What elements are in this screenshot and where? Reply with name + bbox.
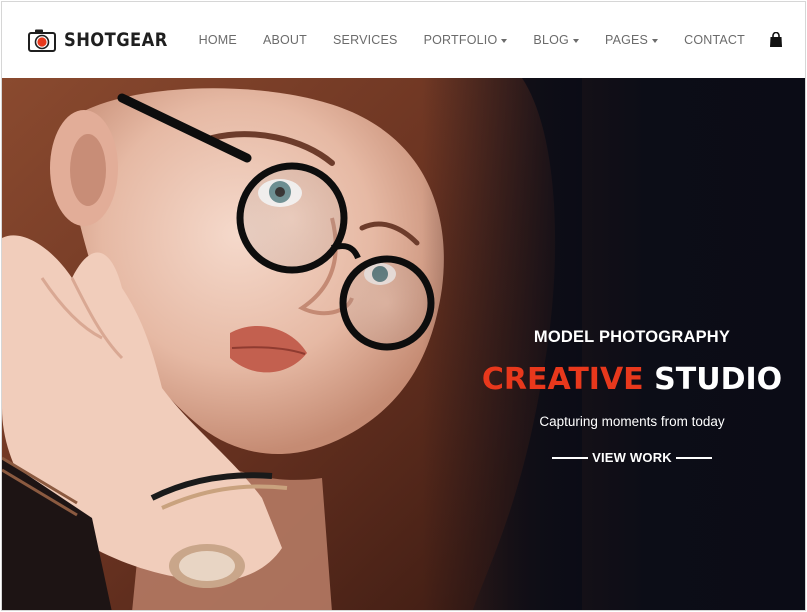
nav-home[interactable]: HOME xyxy=(199,33,237,47)
cta-line-left xyxy=(552,456,589,459)
caret-down-icon xyxy=(652,38,659,43)
cta-label: VIEW WORK xyxy=(592,450,672,465)
hero-banner: MODEL PHOTOGRAPHY CREATIVE STUDIO Captur… xyxy=(2,78,805,610)
headline-rest: STUDIO xyxy=(654,362,783,397)
hero-tagline: Capturing moments from today xyxy=(539,414,725,429)
brand-logo[interactable]: SHOTGEAR xyxy=(28,28,185,52)
nav-label: HOME xyxy=(198,33,237,47)
nav-label: BLOG xyxy=(533,33,569,47)
caret-down-icon xyxy=(501,38,508,43)
navbar: SHOTGEAR HOME ABOUT SERVICES PORTFOLIO B… xyxy=(2,2,805,78)
nav-about[interactable]: ABOUT xyxy=(263,33,307,47)
nav-portfolio[interactable]: PORTFOLIO xyxy=(424,33,508,47)
main-nav: HOME ABOUT SERVICES PORTFOLIO BLOG PAGES… xyxy=(199,2,783,78)
hero-text-block: MODEL PHOTOGRAPHY CREATIVE STUDIO Captur… xyxy=(462,78,802,610)
camera-icon xyxy=(28,29,56,52)
nav-pages[interactable]: PAGES xyxy=(604,33,659,47)
nav-label: CONTACT xyxy=(684,33,745,47)
brand-name: SHOTGEAR xyxy=(64,29,168,51)
nav-blog[interactable]: BLOG xyxy=(533,33,579,47)
nav-label: PAGES xyxy=(604,33,649,47)
page-frame: SHOTGEAR HOME ABOUT SERVICES PORTFOLIO B… xyxy=(1,1,806,611)
nav-label: PORTFOLIO xyxy=(423,33,498,47)
caret-down-icon xyxy=(572,38,579,43)
nav-label: SERVICES xyxy=(333,33,398,47)
headline-accent: CREATIVE xyxy=(481,362,644,397)
hero-subtitle: MODEL PHOTOGRAPHY xyxy=(533,328,731,346)
cta-line-right xyxy=(675,456,712,459)
nav-label: ABOUT xyxy=(262,33,307,47)
shopping-bag-icon[interactable] xyxy=(769,32,783,48)
nav-contact[interactable]: CONTACT xyxy=(684,33,745,47)
view-work-button[interactable]: VIEW WORK xyxy=(462,450,802,465)
hero-headline: CREATIVE STUDIO xyxy=(462,362,802,397)
nav-services[interactable]: SERVICES xyxy=(333,33,398,47)
